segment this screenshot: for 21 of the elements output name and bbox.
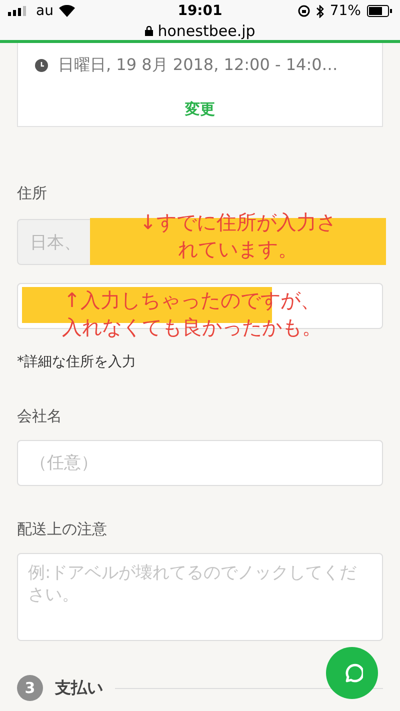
- bluetooth-icon: [316, 4, 324, 18]
- step-number: 3: [17, 675, 43, 701]
- page-url[interactable]: honestbee.jp: [158, 22, 256, 40]
- battery-icon: [366, 5, 392, 17]
- battery-percent: 71%: [330, 3, 361, 19]
- clock-icon: [35, 59, 48, 72]
- field-label: 配送上の注意: [17, 520, 108, 539]
- lock-icon: [144, 26, 153, 36]
- carrier-name: au: [36, 3, 54, 19]
- chat-button[interactable]: [326, 647, 378, 699]
- wifi-icon: [59, 5, 76, 17]
- delivery-note-field[interactable]: 例:ドアベルが壊れてるのでノックしてください。: [17, 553, 383, 641]
- delivery-datetime: 日曜日, 19 8月 2018, 12:00 - 14:0…: [58, 55, 338, 76]
- section-title: 支払い: [55, 678, 103, 698]
- address-hint: *詳細な住所を入力: [17, 353, 137, 371]
- change-link[interactable]: 変更: [185, 100, 215, 119]
- field-label: 会社名: [17, 407, 63, 426]
- rotation-lock-icon: [298, 5, 310, 17]
- field-label: 住所: [17, 184, 48, 203]
- clock-time: 19:01: [178, 3, 222, 19]
- company-field[interactable]: （任意）: [17, 440, 383, 486]
